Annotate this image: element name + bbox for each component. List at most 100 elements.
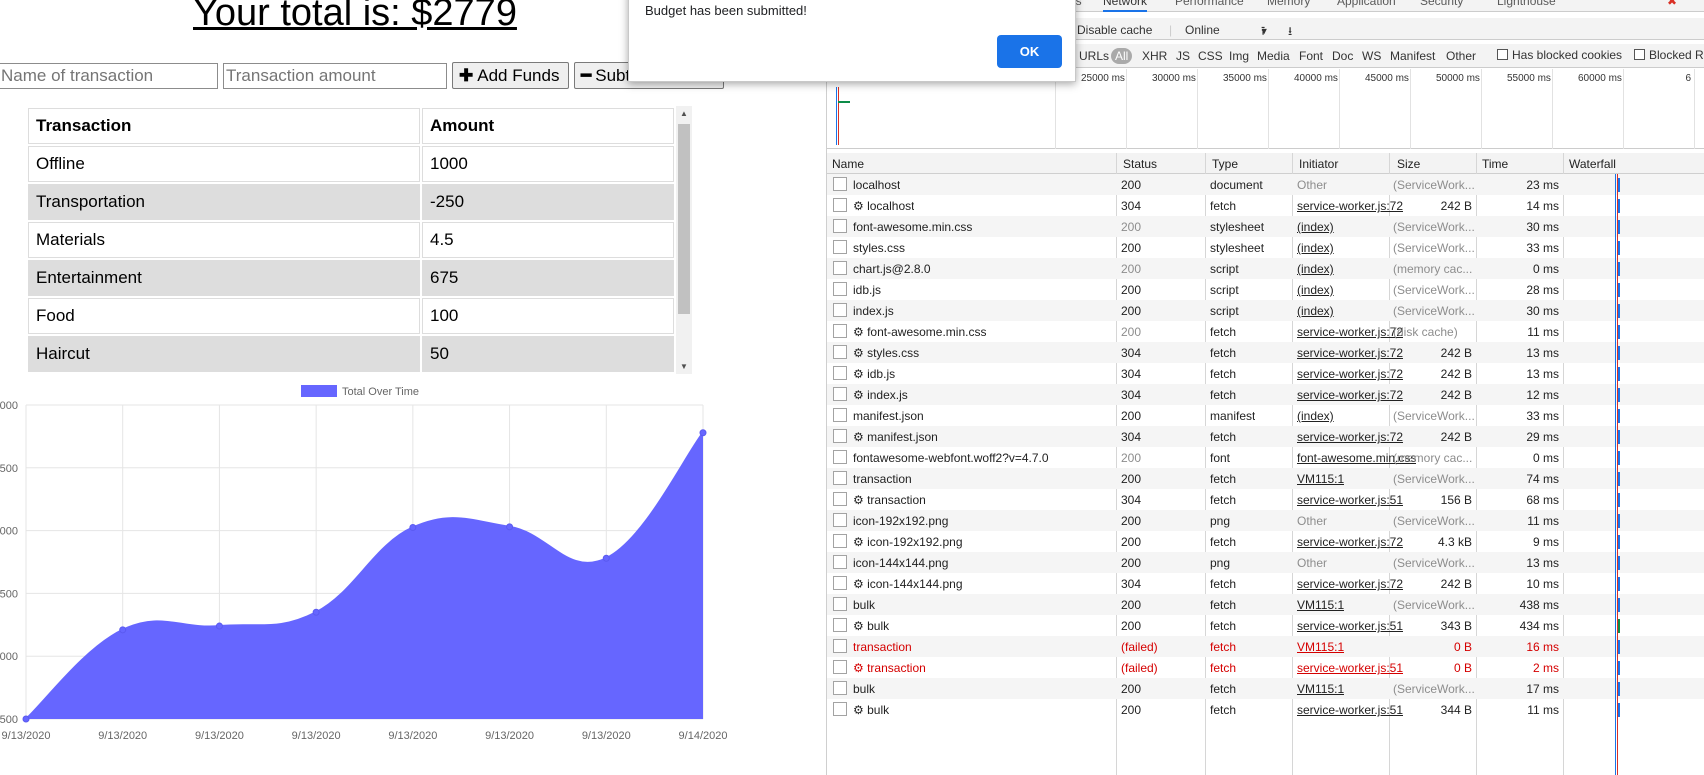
- request-row[interactable]: fontawesome-webfont.woff2?v=4.7.0 200 font…: [827, 447, 1704, 468]
- tab-lighthouse[interactable]: Lighthouse: [1497, 0, 1556, 8]
- filter-media[interactable]: Media: [1257, 49, 1290, 63]
- filter-ws[interactable]: WS: [1362, 49, 1381, 63]
- filter-manifest[interactable]: Manifest: [1390, 49, 1435, 63]
- filter-other[interactable]: Other: [1446, 49, 1476, 63]
- request-name-text: transaction: [867, 661, 926, 675]
- add-funds-button[interactable]: ✚ Add Funds: [452, 62, 569, 89]
- request-initiator[interactable]: service-worker.js:51: [1297, 703, 1403, 717]
- column-size[interactable]: Size: [1397, 157, 1420, 171]
- tab-application[interactable]: Application: [1337, 0, 1396, 8]
- tab-performance[interactable]: Performance: [1175, 0, 1244, 8]
- x-tick-label: 9/13/2020: [2, 730, 51, 742]
- table-scrollbar[interactable]: ▲ ▼: [676, 106, 692, 374]
- request-type: fetch: [1210, 346, 1237, 360]
- request-row[interactable]: ⚙ icon-192x192.png 200 fetch service-worker…: [827, 531, 1704, 552]
- request-row[interactable]: ⚙ localhost 304 fetch service-worker.js:72 2…: [827, 195, 1704, 216]
- request-row[interactable]: localhost 200 document Other (ServiceWork...…: [827, 174, 1704, 195]
- request-initiator[interactable]: service-worker.js:72: [1297, 430, 1403, 444]
- request-row[interactable]: icon-144x144.png 200 png Other (ServiceWork.…: [827, 552, 1704, 573]
- filter-doc[interactable]: Doc: [1332, 49, 1353, 63]
- transactions-table-container[interactable]: Transaction Amount Offline 1000 Transporta…: [26, 106, 694, 374]
- request-row[interactable]: icon-192x192.png 200 png Other (ServiceWork.…: [827, 510, 1704, 531]
- error-count-icon[interactable]: ✖: [1667, 0, 1677, 8]
- request-size: (ServiceWork...: [1393, 220, 1475, 234]
- table-row: Offline 1000: [28, 146, 674, 182]
- request-row[interactable]: transaction (failed) fetch VM115:1 0 B 16 ms: [827, 636, 1704, 657]
- transaction-name-cell: Food: [28, 298, 420, 334]
- blocked-requests-checkbox[interactable]: Blocked Re: [1634, 48, 1704, 62]
- transaction-name-input[interactable]: [0, 63, 218, 89]
- column-type[interactable]: Type: [1212, 157, 1238, 171]
- request-type-icon: [833, 345, 847, 359]
- request-row[interactable]: styles.css 200 stylesheet (index) (ServiceWo…: [827, 237, 1704, 258]
- request-initiator[interactable]: (index): [1297, 241, 1334, 255]
- request-initiator[interactable]: service-worker.js:72: [1297, 367, 1403, 381]
- request-type: png: [1210, 514, 1231, 528]
- request-name-text: icon-192x192.png: [867, 535, 963, 549]
- tab-network[interactable]: Network: [1103, 0, 1148, 12]
- request-initiator[interactable]: VM115:1: [1297, 682, 1344, 696]
- request-row[interactable]: ⚙ transaction 304 fetch service-worker.js:5…: [827, 489, 1704, 510]
- scrollbar-thumb[interactable]: [678, 124, 690, 314]
- request-initiator[interactable]: VM115:1: [1297, 640, 1344, 654]
- tab-memory[interactable]: Memory: [1267, 0, 1310, 8]
- transaction-amount-input[interactable]: [223, 63, 447, 89]
- request-row[interactable]: ⚙ manifest.json 304 fetch service-worker.js…: [827, 426, 1704, 447]
- request-initiator[interactable]: service-worker.js:51: [1297, 493, 1403, 507]
- filter-js[interactable]: JS: [1176, 49, 1190, 63]
- request-type: png: [1210, 556, 1231, 570]
- request-row[interactable]: ⚙ idb.js 304 fetch service-worker.js:72 242 …: [827, 363, 1704, 384]
- request-row[interactable]: idb.js 200 script (index) (ServiceWork... 28 …: [827, 279, 1704, 300]
- request-row[interactable]: bulk 200 fetch VM115:1 (ServiceWork... 17 ms: [827, 678, 1704, 699]
- request-row[interactable]: ⚙ font-awesome.min.css 200 fetch service-wo…: [827, 321, 1704, 342]
- request-initiator[interactable]: (index): [1297, 409, 1334, 423]
- filter-urls-label[interactable]: URLs: [1079, 49, 1109, 63]
- request-row[interactable]: ⚙ styles.css 304 fetch service-worker.js:72…: [827, 342, 1704, 363]
- request-row[interactable]: transaction 200 fetch VM115:1 (ServiceWork..…: [827, 468, 1704, 489]
- request-row[interactable]: ⚙ transaction (failed) fetch service-worker…: [827, 657, 1704, 678]
- has-blocked-cookies-checkbox[interactable]: Has blocked cookies: [1497, 48, 1622, 62]
- tab-security[interactable]: Security: [1420, 0, 1463, 8]
- throttling-select[interactable]: Online ▼: [1185, 23, 1269, 37]
- request-row[interactable]: chart.js@2.8.0 200 script (index) (memory ca…: [827, 258, 1704, 279]
- scroll-down-arrow-icon[interactable]: ▼: [680, 362, 688, 371]
- filter-img[interactable]: Img: [1229, 49, 1249, 63]
- request-initiator[interactable]: service-worker.js:72: [1297, 325, 1403, 339]
- request-initiator[interactable]: service-worker.js:51: [1297, 661, 1403, 675]
- import-har-icon[interactable]: ⭱: [1261, 22, 1265, 43]
- request-initiator[interactable]: VM115:1: [1297, 472, 1344, 486]
- disable-cache-checkbox[interactable]: Disable cache: [1077, 23, 1152, 37]
- request-row[interactable]: ⚙ bulk 200 fetch service-worker.js:51 343 B 4…: [827, 615, 1704, 636]
- column-time[interactable]: Time: [1482, 157, 1508, 171]
- column-waterfall[interactable]: Waterfall: [1569, 157, 1616, 171]
- request-initiator[interactable]: VM115:1: [1297, 598, 1344, 612]
- column-status[interactable]: Status: [1123, 157, 1157, 171]
- request-row[interactable]: index.js 200 script (index) (ServiceWork... 3…: [827, 300, 1704, 321]
- filter-xhr[interactable]: XHR: [1142, 49, 1167, 63]
- request-initiator[interactable]: service-worker.js:72: [1297, 388, 1403, 402]
- ok-button[interactable]: OK: [997, 35, 1062, 68]
- filter-font[interactable]: Font: [1299, 49, 1323, 63]
- request-initiator[interactable]: (index): [1297, 283, 1334, 297]
- request-row[interactable]: ⚙ index.js 304 fetch service-worker.js:72 24…: [827, 384, 1704, 405]
- request-initiator[interactable]: service-worker.js:72: [1297, 535, 1403, 549]
- request-initiator[interactable]: service-worker.js:72: [1297, 577, 1403, 591]
- request-initiator[interactable]: service-worker.js:51: [1297, 619, 1403, 633]
- request-initiator[interactable]: (index): [1297, 304, 1334, 318]
- scroll-up-arrow-icon[interactable]: ▲: [680, 109, 688, 118]
- request-row[interactable]: ⚙ bulk 200 fetch service-worker.js:51 344 B 1…: [827, 699, 1704, 720]
- request-initiator[interactable]: service-worker.js:72: [1297, 346, 1403, 360]
- request-initiator[interactable]: service-worker.js:72: [1297, 199, 1403, 213]
- request-row[interactable]: manifest.json 200 manifest (index) (ServiceW…: [827, 405, 1704, 426]
- request-row[interactable]: font-awesome.min.css 200 stylesheet (index)…: [827, 216, 1704, 237]
- filter-css[interactable]: CSS: [1198, 49, 1223, 63]
- request-row[interactable]: ⚙ icon-144x144.png 304 fetch service-worker…: [827, 573, 1704, 594]
- export-har-icon[interactable]: ⭳: [1288, 22, 1292, 43]
- devtools-panel: es Network Performance Memory Applicatio…: [826, 0, 1704, 775]
- request-initiator[interactable]: (index): [1297, 220, 1334, 234]
- filter-all-pill[interactable]: All: [1111, 48, 1133, 64]
- request-row[interactable]: bulk 200 fetch VM115:1 (ServiceWork... 438 ms: [827, 594, 1704, 615]
- request-initiator[interactable]: (index): [1297, 262, 1334, 276]
- column-name[interactable]: Name: [832, 157, 864, 171]
- column-initiator[interactable]: Initiator: [1299, 157, 1338, 171]
